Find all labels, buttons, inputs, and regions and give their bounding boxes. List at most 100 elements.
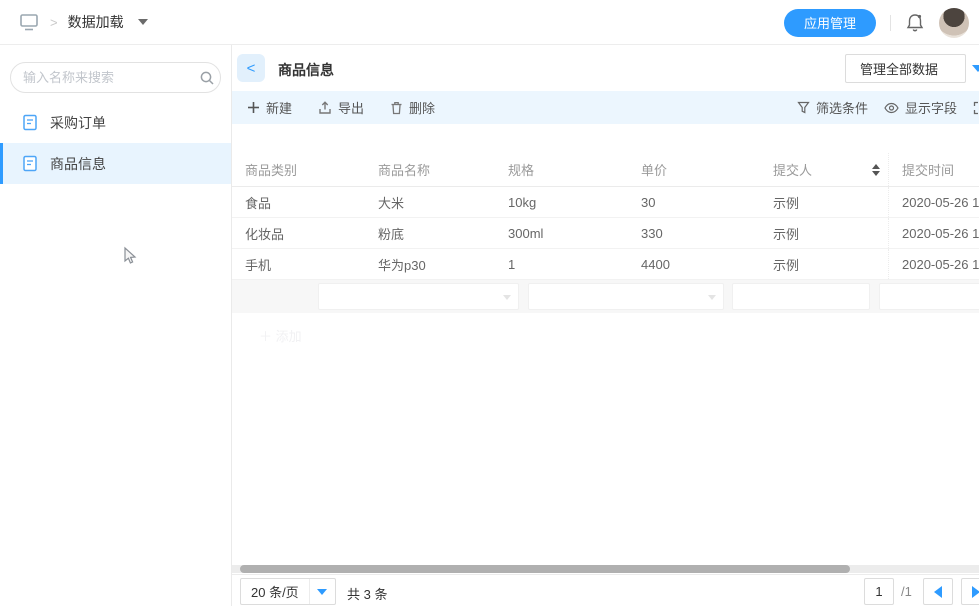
chevron-down-icon [708, 295, 716, 300]
export-icon [318, 101, 332, 115]
table-row[interactable]: 食品 大米 10kg 30 示例 2020-05-26 17:28: [232, 187, 979, 218]
data-table: 商品类别 商品名称 规格 单价 提交人 提交时间 食品 大米 10kg 30 示… [232, 124, 979, 313]
breadcrumb-app-name[interactable]: 数据加载 [68, 12, 124, 32]
data-scope-value: 管理全部数据 [860, 59, 938, 78]
column-header[interactable]: 商品名称 [365, 160, 495, 179]
horizontal-scrollbar[interactable] [232, 565, 979, 573]
table-row[interactable]: 化妆品 粉底 300ml 330 示例 2020-05-26 17:28: [232, 218, 979, 249]
sidebar-item-purchase-orders[interactable]: 采购订单 [0, 102, 231, 143]
export-button[interactable]: 导出 [318, 98, 364, 117]
expand-icon [973, 101, 979, 115]
trash-icon [390, 101, 403, 115]
eye-icon [884, 102, 899, 114]
inline-select-field[interactable] [528, 283, 724, 310]
filter-conditions-label: 筛选条件 [816, 98, 868, 117]
new-record-button[interactable]: 新建 [247, 98, 292, 117]
table-cell: 4400 [628, 257, 760, 272]
sidebar-item-product-info[interactable]: 商品信息 [0, 143, 231, 184]
inline-select-field[interactable] [318, 283, 519, 310]
expand-button[interactable] [973, 101, 979, 115]
data-scope-select[interactable]: 管理全部数据 [845, 54, 966, 83]
export-label: 导出 [338, 98, 364, 117]
desktop-icon[interactable] [18, 13, 40, 32]
table-cell: 粉底 [365, 224, 495, 243]
prev-page-button[interactable] [923, 578, 953, 605]
table-body: 食品 大米 10kg 30 示例 2020-05-26 17:28: 化妆品 粉… [232, 187, 979, 280]
table-cell: 食品 [232, 193, 365, 212]
arrow-left-icon [934, 586, 942, 598]
app-window: > 数据加载 应用管理 采购订单 [0, 0, 979, 606]
display-fields-button[interactable]: 显示字段 [884, 98, 957, 117]
table-cell: 10kg [495, 195, 628, 210]
column-header[interactable]: 商品类别 [232, 160, 365, 179]
delete-label: 删除 [409, 98, 435, 117]
display-fields-label: 显示字段 [905, 98, 957, 117]
page-size-value: 20 条/页 [241, 579, 309, 604]
app-manage-button[interactable]: 应用管理 [784, 9, 876, 37]
document-icon [22, 155, 38, 172]
mouse-cursor [122, 246, 138, 269]
column-header[interactable]: 提交人 [760, 160, 888, 179]
breadcrumb-caret-icon[interactable] [138, 19, 148, 25]
sidebar-item-label: 采购订单 [50, 113, 106, 133]
table-cell: 2020-05-26 17:28: [888, 218, 979, 248]
table-cell: 示例 [760, 224, 888, 243]
page-size-caret-icon [309, 579, 335, 604]
total-count: 共 3 条 [347, 584, 387, 603]
column-header-label: 提交人 [773, 163, 812, 178]
sort-icon[interactable] [872, 164, 880, 176]
sidebar: 采购订单 商品信息 [0, 45, 232, 606]
breadcrumb-separator: > [50, 15, 58, 30]
sidebar-item-label: 商品信息 [50, 154, 106, 174]
table-cell: 30 [628, 195, 760, 210]
table-cell: 300ml [495, 226, 628, 241]
table-row[interactable]: 手机 华为p30 1 4400 示例 2020-05-26 15:44: [232, 249, 979, 280]
topbar-divider [890, 15, 891, 31]
next-page-button[interactable] [961, 578, 979, 605]
arrow-right-icon [972, 586, 979, 598]
toolbar-right: 筛选条件 显示字段 [797, 98, 979, 117]
ghost-add-hint: ＋ 添加 [259, 326, 302, 345]
scope-select-caret-icon[interactable] [972, 65, 979, 72]
inline-input-row [232, 280, 979, 313]
table-cell: 手机 [232, 255, 365, 274]
new-record-label: 新建 [266, 98, 292, 117]
inline-input-field[interactable] [879, 283, 979, 310]
table-cell: 华为p30 [365, 255, 495, 274]
toolbar: 新建 导出 删除 [232, 91, 979, 124]
page-title: 商品信息 [278, 60, 334, 80]
main-panel: < 商品信息 管理全部数据 新建 导出 [232, 45, 979, 606]
toolbar-left: 新建 导出 删除 [232, 98, 435, 117]
breadcrumb: > 数据加载 [0, 12, 148, 32]
search-icon[interactable] [199, 70, 215, 86]
filter-conditions-button[interactable]: 筛选条件 [797, 98, 868, 117]
topbar: > 数据加载 应用管理 [0, 0, 979, 45]
total-pages: /1 [901, 584, 912, 599]
user-avatar[interactable] [939, 8, 969, 38]
column-header[interactable]: 单价 [628, 160, 760, 179]
table-cell: 330 [628, 226, 760, 241]
table-header-row: 商品类别 商品名称 规格 单价 提交人 提交时间 [232, 153, 979, 187]
chevron-down-icon [503, 295, 511, 300]
table-cell: 1 [495, 257, 628, 272]
document-icon [22, 114, 38, 131]
table-cell: 2020-05-26 15:44: [888, 249, 979, 279]
table-cell: 大米 [365, 193, 495, 212]
main-header: < 商品信息 管理全部数据 [232, 45, 979, 91]
notification-bell-icon[interactable] [905, 12, 925, 34]
table-cell: 示例 [760, 193, 888, 212]
inline-input-field[interactable] [732, 283, 870, 310]
table-cell: 示例 [760, 255, 888, 274]
sidebar-search-box[interactable] [10, 62, 221, 93]
sidebar-search-input[interactable] [23, 70, 199, 85]
funnel-icon [797, 101, 810, 114]
page-size-select[interactable]: 20 条/页 [240, 578, 336, 605]
column-header[interactable]: 提交时间 [888, 153, 979, 186]
current-page-box[interactable]: 1 [864, 578, 894, 605]
sidebar-nav: 采购订单 商品信息 [0, 102, 231, 184]
back-button[interactable]: < [237, 54, 265, 82]
scrollbar-thumb[interactable] [240, 565, 850, 573]
table-cell: 化妆品 [232, 224, 365, 243]
column-header[interactable]: 规格 [495, 160, 628, 179]
delete-button[interactable]: 删除 [390, 98, 435, 117]
